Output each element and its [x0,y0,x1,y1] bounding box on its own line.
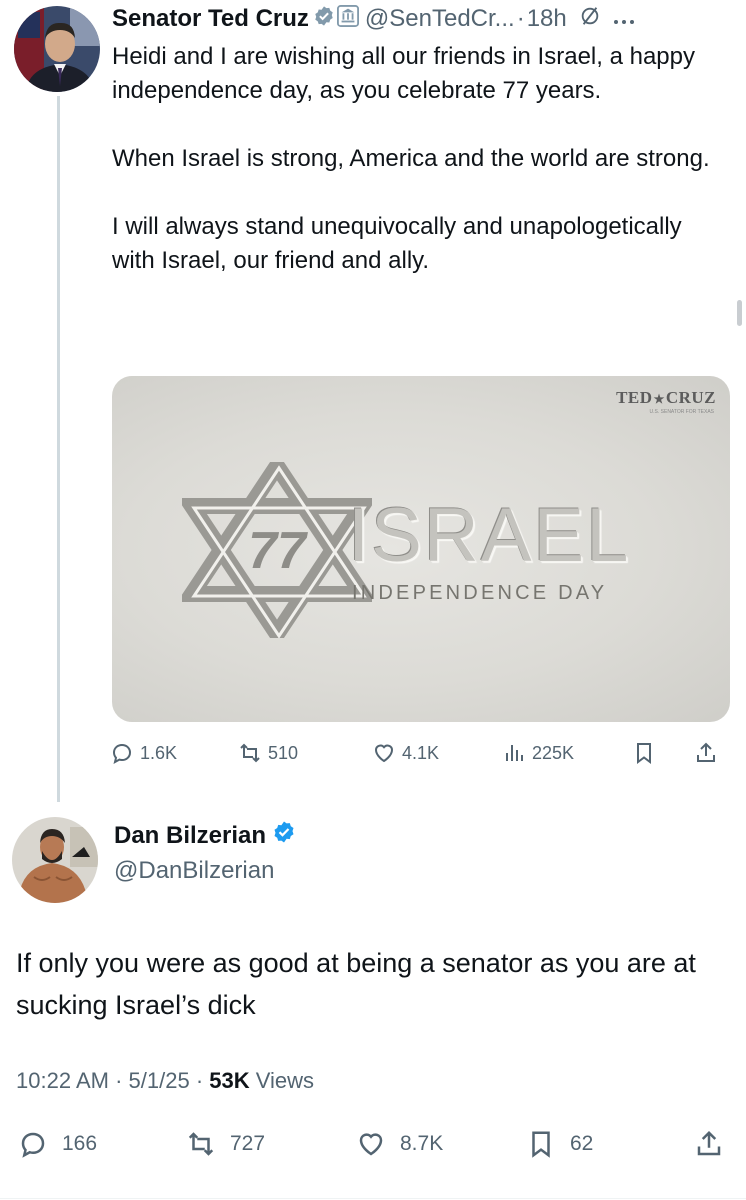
bookmark-icon [637,743,651,764]
ted-cruz-avatar[interactable] [14,6,100,92]
tweet2-like-count: 8.7K [400,1132,444,1155]
repost-button[interactable]: 727 [186,1126,265,1162]
tweet1-paragraph: I will always stand unequivocally and un… [112,213,682,274]
verified-badge-icon [313,5,335,34]
bookmark-icon [532,1131,550,1158]
reply-icon [112,743,132,764]
tweet2-meta: 10:22 AM · 5/1/25 · 53K Views [16,1068,314,1094]
dan-bilzerian-avatar[interactable] [12,817,98,903]
tweet2-text: If only you were as good at being a sena… [16,948,696,1020]
more-icon[interactable] [613,5,635,33]
tweet1-reply-count: 1.6K [140,742,178,763]
media-brand-right: CRUZ [665,388,716,407]
tweet2-repost-count: 727 [230,1132,266,1155]
like-icon [374,744,394,763]
mute-icon[interactable] [579,5,601,34]
tweet1-time[interactable]: 18h [527,5,567,33]
tweet1-media-image[interactable]: TED★CRUZ U.S. SENATOR FOR TEXAS 77 ISRAE… [112,376,730,722]
repost-icon [188,1132,214,1156]
reply-icon [21,1132,45,1158]
share-icon [697,1130,721,1156]
divider [0,1198,746,1199]
tweet2-handle[interactable]: @DanBilzerian [114,857,274,885]
tweet2-author: Dan Bilzerian [114,820,296,851]
tweet2-reply-count: 166 [62,1132,98,1155]
tweet1-header: Senator Ted Cruz @SenTedCr... · 18h [112,2,635,36]
like-icon [359,1133,383,1156]
reply-button[interactable]: 1.6K [110,738,177,768]
verified-badge-icon [272,820,296,851]
tweet1-separator: · [516,5,525,32]
scrollbar-thumb[interactable] [737,300,742,326]
tweet1-author-name[interactable]: Senator Ted Cruz [112,5,309,33]
media-brand-left: TED [616,388,653,407]
tweet2-separator: · [195,1068,204,1093]
government-badge-icon [336,4,359,34]
tweet1-like-count: 4.1K [402,742,440,763]
tweet1-handle[interactable]: @SenTedCr... [365,5,515,33]
tweet1-text: Heidi and I are wishing all our friends … [112,40,722,278]
tweet2-separator: · [115,1068,123,1093]
tweet2-views-label: Views [255,1068,315,1093]
tweet2-bookmark-count: 62 [570,1132,594,1155]
tweet2-author-name[interactable]: Dan Bilzerian [114,822,266,850]
tweet1-view-count: 225K [532,742,575,763]
bookmark-button[interactable]: 62 [526,1126,593,1162]
texas-star-icon: ★ [653,392,665,406]
tweet2-views-count: 53K [209,1068,250,1093]
media-subtitle: INDEPENDENCE DAY [352,582,608,604]
repost-button[interactable]: 510 [238,738,298,768]
media-star-number: 77 [248,522,308,580]
tweet1-paragraph: When Israel is strong, America and the w… [112,145,710,172]
like-button[interactable]: 8.7K [356,1126,443,1162]
tweet1-repost-count: 510 [268,742,299,763]
like-button[interactable]: 4.1K [372,738,439,768]
media-brand-logo: TED★CRUZ [616,388,716,408]
thread-line [57,96,60,802]
media-title: ISRAEL [348,493,631,578]
views-icon [506,745,523,761]
tweet2-time[interactable]: 10:22 AM [16,1068,109,1093]
star-of-david-icon: 77 [182,462,372,638]
tweet2-action-bar: 166 727 8.7K 62 [0,1126,746,1162]
repost-icon [240,743,260,763]
share-button[interactable] [694,1126,724,1162]
tweet2-date[interactable]: 5/1/25 [129,1068,190,1093]
media-brand-subtitle: U.S. SENATOR FOR TEXAS [649,409,714,415]
share-button[interactable] [694,738,718,768]
views-button[interactable]: 225K [502,738,574,768]
tweet1-paragraph: Heidi and I are wishing all our friends … [112,43,695,104]
bookmark-button[interactable] [632,738,656,768]
reply-button[interactable]: 166 [18,1126,97,1162]
tweet1-action-bar: 1.6K 510 4.1K 225K [110,738,730,768]
share-icon [697,742,715,762]
